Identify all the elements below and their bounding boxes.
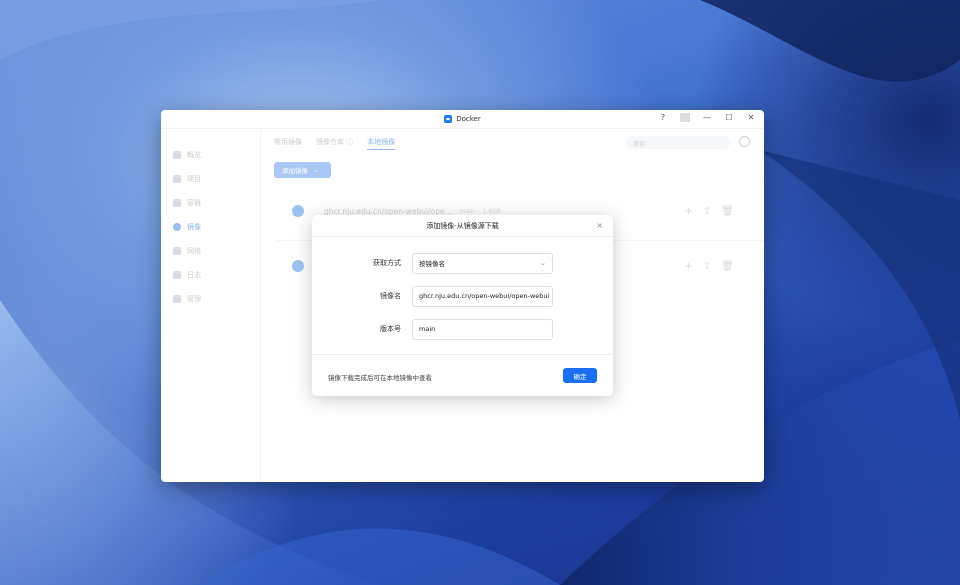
confirm-button[interactable]: 确定 [563, 368, 597, 383]
window-title: Docker [456, 115, 481, 123]
fetch-method-field: 获取方式 按镜像名 ⌄ [312, 252, 613, 274]
fetch-method-value: 按镜像名 [419, 260, 445, 268]
chevron-down-icon: ⌄ [313, 166, 319, 174]
sidebar-item-network[interactable]: 网络 [161, 239, 260, 263]
add-icon[interactable]: + [685, 206, 693, 217]
sidebar-item-log[interactable]: 日志 [161, 263, 260, 287]
network-icon [173, 247, 181, 255]
maximize-button[interactable]: ☐ [724, 113, 734, 122]
add-icon[interactable]: + [685, 261, 693, 272]
tab-common-images[interactable]: 常用镜像 [274, 137, 302, 150]
version-input[interactable]: main [412, 318, 553, 340]
export-icon[interactable]: ⇪ [703, 261, 711, 272]
image-tag: main [459, 207, 475, 215]
export-icon[interactable]: ⇪ [703, 206, 711, 217]
search-input[interactable]: 搜索 [626, 136, 730, 149]
sidebar-item-label: 网络 [187, 247, 201, 255]
version-field: 版本号 main [312, 318, 613, 340]
add-image-label: 添加镜像 [282, 167, 308, 175]
close-window-button[interactable]: ✕ [746, 113, 756, 122]
delete-icon[interactable]: 🗑 [721, 261, 734, 272]
image-name-label: 镜像名 [380, 292, 401, 300]
sidebar-item-image[interactable]: 镜像 [161, 215, 260, 239]
add-image-button[interactable]: 添加镜像 ⌄ [274, 162, 331, 178]
chevron-down-icon: ⌄ [540, 258, 546, 267]
fetch-method-select[interactable]: 按镜像名 ⌄ [412, 252, 553, 274]
container-icon [173, 199, 181, 207]
project-icon [173, 175, 181, 183]
sidebar-item-overview[interactable]: 概览 [161, 143, 260, 167]
tab-image-registry[interactable]: 镜像仓库 ⓘ [316, 137, 353, 150]
dialog-title: 添加镜像-从镜像源下载 [426, 221, 499, 230]
image-name-field: 镜像名 ghcr.nju.edu.cn/open-webui/open-webu… [312, 285, 613, 307]
sidebar-item-manage[interactable]: 管理 [161, 287, 260, 311]
dialog-header: 添加镜像-从镜像源下载 × [312, 215, 613, 237]
sidebar-item-label: 容器 [187, 199, 201, 207]
minimize-button[interactable]: — [702, 113, 712, 122]
sidebar-item-project[interactable]: 项目 [161, 167, 260, 191]
add-image-dialog: 添加镜像-从镜像源下载 × 获取方式 按镜像名 ⌄ 镜像名 ghcr.nju.e… [312, 215, 613, 396]
titlebar: Docker ? — ☐ ✕ [161, 110, 764, 129]
docker-logo-icon [444, 115, 453, 123]
sidebar-item-container[interactable]: 容器 [161, 191, 260, 215]
image-size: 1.6GB [482, 207, 502, 215]
overview-icon [173, 151, 181, 159]
image-logo-icon [292, 205, 304, 217]
sidebar-item-label: 概览 [187, 151, 201, 159]
sidebar: 概览 项目 容器 镜像 网络 日志 管理 [161, 130, 261, 482]
gear-icon[interactable] [739, 136, 750, 147]
image-logo-icon [292, 260, 304, 272]
sidebar-item-label: 管理 [187, 295, 201, 303]
titlebar-divider [680, 113, 690, 122]
version-label: 版本号 [380, 325, 401, 333]
fetch-method-label: 获取方式 [373, 259, 401, 267]
image-name-input[interactable]: ghcr.nju.edu.cn/open-webui/open-webui [412, 285, 553, 307]
sidebar-item-label: 日志 [187, 271, 201, 279]
image-icon [173, 223, 181, 231]
dialog-divider [312, 354, 613, 355]
close-icon[interactable]: × [596, 221, 603, 230]
sidebar-item-label: 镜像 [187, 223, 201, 231]
dialog-note: 镜像下载完成后可在本地镜像中查看 [328, 374, 432, 382]
delete-icon[interactable]: 🗑 [721, 206, 734, 217]
tab-local-images[interactable]: 本地镜像 [367, 137, 396, 150]
tab-bar: 常用镜像 镜像仓库 ⓘ 本地镜像 [274, 137, 396, 150]
help-button[interactable]: ? [658, 113, 668, 122]
log-icon [173, 271, 181, 279]
sidebar-item-label: 项目 [187, 175, 201, 183]
manage-icon [173, 295, 181, 303]
